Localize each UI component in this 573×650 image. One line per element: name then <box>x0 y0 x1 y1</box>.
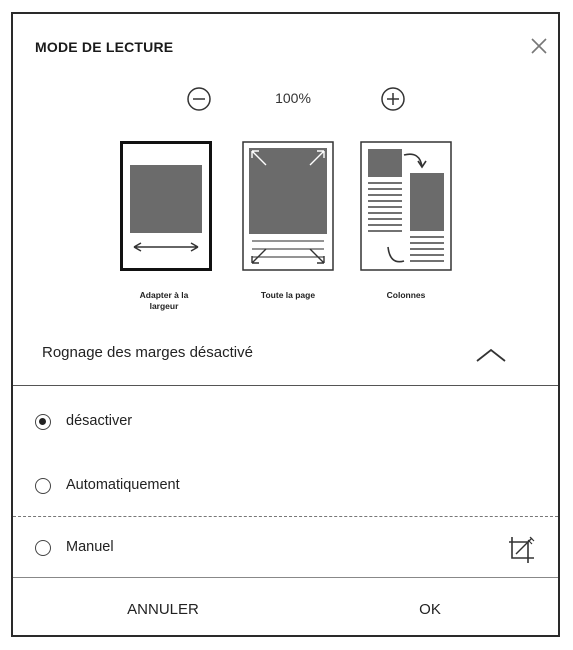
radio-deactivate[interactable] <box>35 414 51 430</box>
close-icon[interactable] <box>527 34 551 58</box>
option-automatic[interactable]: Automatiquement <box>33 472 533 502</box>
cancel-button[interactable]: ANNULER <box>53 592 273 628</box>
crop-edit-icon[interactable] <box>506 534 538 566</box>
section-divider <box>13 385 558 386</box>
mode-full-page-label-line1: Toute la page <box>260 290 316 300</box>
option-deactivate[interactable]: désactiver <box>33 408 533 438</box>
mode-columns-label-line1: Colonnes <box>386 290 426 300</box>
full-page-icon <box>242 141 334 271</box>
mode-full-page-label: Toute la page <box>233 290 343 301</box>
footer-divider <box>13 577 558 578</box>
mode-full-page[interactable] <box>242 141 334 271</box>
ok-button[interactable]: OK <box>320 592 540 628</box>
columns-icon <box>360 141 452 271</box>
chevron-up-icon[interactable] <box>473 345 509 365</box>
mode-fit-width-label-line1: Adapter à la <box>139 290 189 300</box>
mode-fit-width-label: Adapter à la largeur <box>109 290 219 312</box>
cropping-section-title: Rognage des marges désactivé <box>42 344 253 361</box>
option-manual-label: Manuel <box>66 539 114 555</box>
reading-mode-dialog: MODE DE LECTURE 100% Adapter à la largeu… <box>11 12 560 637</box>
radio-manual[interactable] <box>35 540 51 556</box>
option-automatic-label: Automatiquement <box>66 477 180 493</box>
dashed-divider <box>13 516 558 517</box>
mode-fit-width-label-line2: largeur <box>149 301 179 311</box>
mode-fit-width[interactable] <box>120 141 212 271</box>
zoom-level: 100% <box>275 90 311 106</box>
zoom-in-icon[interactable] <box>380 86 406 112</box>
option-deactivate-label: désactiver <box>66 413 133 429</box>
option-manual[interactable]: Manuel <box>33 534 533 564</box>
mode-columns-label: Colonnes <box>351 290 461 301</box>
dialog-title: MODE DE LECTURE <box>35 39 174 55</box>
mode-columns[interactable] <box>360 141 452 271</box>
fit-width-icon <box>120 141 212 271</box>
zoom-out-icon[interactable] <box>186 86 212 112</box>
radio-automatic[interactable] <box>35 478 51 494</box>
